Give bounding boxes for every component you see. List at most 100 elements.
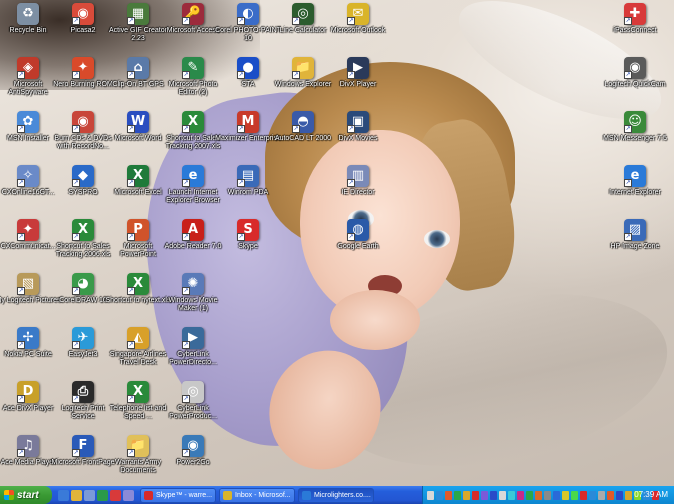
shortcut-arrow-icon: ↗: [127, 233, 135, 241]
desktop-shortcut[interactable]: ◉ ↗ Power2Go: [160, 435, 226, 467]
quick-launch-icon[interactable]: [123, 489, 134, 501]
desktop[interactable]: ♻ Recycle Bin ◉ ↗ Picasa2 ▦ ↗ Active GIF Creato…: [0, 0, 674, 486]
taskbar-button[interactable]: Inbox - Microsof...: [219, 487, 295, 503]
quick-launch-bar: [58, 489, 134, 501]
tray-icon[interactable]: [427, 490, 434, 500]
shortcut-arrow-icon: ↗: [127, 17, 135, 25]
shortcut-arrow-icon: ↗: [237, 17, 245, 25]
desktop-shortcut-label: Google Earth: [337, 243, 379, 250]
tray-icon[interactable]: [445, 490, 452, 500]
shortcut-arrow-icon: ↗: [17, 449, 25, 457]
shortcut-arrow-icon: ↗: [127, 125, 135, 133]
tray-icon[interactable]: [508, 490, 515, 500]
tray-icon[interactable]: [535, 490, 542, 500]
tray-icon[interactable]: [436, 490, 443, 500]
wallpaper-child-arm: [252, 334, 398, 486]
shortcut-arrow-icon: ↗: [624, 179, 632, 187]
shortcut-arrow-icon: ↗: [72, 125, 80, 133]
shortcut-arrow-icon: ↗: [182, 125, 190, 133]
desktop-shortcut-label: MSN Messenger 7.5: [603, 135, 667, 142]
shortcut-arrow-icon: ↗: [127, 449, 135, 457]
tray-icon[interactable]: [544, 490, 551, 500]
tray-icon[interactable]: [526, 490, 533, 500]
quick-launch-icon[interactable]: [110, 489, 121, 501]
wallpaper-child-mouth: [368, 275, 402, 297]
desktop-shortcut[interactable]: ◍ ↗ Google Earth: [325, 219, 391, 251]
desktop-shortcut[interactable]: ☺ ↗ MSN Messenger 7.5: [602, 111, 668, 143]
quick-launch-icon[interactable]: [58, 489, 69, 501]
shortcut-arrow-icon: ↗: [182, 17, 190, 25]
shortcut-arrow-icon: ↗: [237, 233, 245, 241]
desktop-shortcut-label: Internet Explorer: [609, 189, 661, 196]
desktop-shortcut[interactable]: ◎ ↗ CyberLink PowerProduc...: [160, 381, 226, 421]
desktop-shortcut[interactable]: ▨ ↗ HP Image Zone: [602, 219, 668, 251]
tray-icon[interactable]: [463, 490, 470, 500]
shortcut-arrow-icon: ↗: [182, 179, 190, 187]
shortcut-arrow-icon: ↗: [347, 125, 355, 133]
taskbar: start Skype™ - warre... Inbox - Microsof.…: [0, 486, 674, 504]
taskbar-button-label: Inbox - Microsof...: [235, 491, 291, 499]
desktop-shortcut-label: Windows Movie Maker (1): [168, 297, 218, 312]
start-button[interactable]: start: [0, 486, 52, 504]
shortcut-arrow-icon: ↗: [17, 71, 25, 79]
taskbar-button[interactable]: Microlighters.co....: [298, 487, 374, 503]
tray-icon[interactable]: [472, 490, 479, 500]
desktop-shortcut[interactable]: ▥ ↗ IE Director: [325, 165, 391, 197]
tray-icon[interactable]: [598, 490, 605, 500]
tray-icon[interactable]: [625, 490, 632, 500]
desktop-shortcut[interactable]: ▣ ↗ DivX Movies: [325, 111, 391, 143]
desktop-shortcut[interactable]: ✚ ↗ iPassConnect: [602, 3, 668, 35]
tray-icon[interactable]: [490, 490, 497, 500]
quick-launch-icon[interactable]: [84, 489, 95, 501]
tray-icon[interactable]: [562, 490, 569, 500]
desktop-shortcut-label: Microsoft Outlook: [330, 27, 386, 34]
shortcut-arrow-icon: ↗: [182, 233, 190, 241]
wallpaper-child-eye: [424, 230, 450, 248]
desktop-shortcut-label: IE Director: [341, 189, 375, 196]
windows-logo-icon: [4, 490, 14, 500]
shortcut-arrow-icon: ↗: [72, 17, 80, 25]
shortcut-arrow-icon: ↗: [182, 287, 190, 295]
taskbar-button-label: Microlighters.co....: [314, 491, 371, 499]
tray-icon[interactable]: [607, 490, 614, 500]
tray-icon[interactable]: [481, 490, 488, 500]
shortcut-arrow-icon: ↗: [127, 179, 135, 187]
desktop-shortcut[interactable]: ▤ ↗ Winrom PDA: [215, 165, 281, 197]
quick-launch-icon[interactable]: [71, 489, 82, 501]
desktop-shortcut[interactable]: e ↗ Internet Explorer: [602, 165, 668, 197]
desktop-shortcut-label: DivX Player: [339, 81, 377, 88]
start-label: start: [17, 489, 39, 501]
tray-icon[interactable]: [517, 490, 524, 500]
tray-icon[interactable]: [454, 490, 461, 500]
desktop-shortcut-label: Skype: [238, 243, 258, 250]
desktop-shortcut[interactable]: ▶ ↗ CyberLink PowerDirecto...: [160, 327, 226, 367]
tray-icon[interactable]: [553, 490, 560, 500]
tray-icon[interactable]: [589, 490, 596, 500]
quick-launch-icon[interactable]: [97, 489, 108, 501]
tray-icon[interactable]: [580, 490, 587, 500]
shortcut-arrow-icon: ↗: [72, 233, 80, 241]
tray-icon[interactable]: [499, 490, 506, 500]
desktop-shortcut[interactable]: ✉ ↗ Microsoft Outlook: [325, 3, 391, 35]
clock[interactable]: 07:39 AM: [634, 486, 668, 504]
desktop-shortcut[interactable]: ◉ ↗ Logitech QuickCam: [602, 57, 668, 89]
shortcut-arrow-icon: ↗: [347, 71, 355, 79]
desktop-shortcut[interactable]: S ↗ Skype: [215, 219, 281, 251]
task-buttons: Skype™ - warre... Inbox - Microsof... Micr…: [140, 487, 374, 503]
shortcut-arrow-icon: ↗: [182, 341, 190, 349]
shortcut-arrow-icon: ↗: [292, 125, 300, 133]
taskbar-button[interactable]: Skype™ - warre...: [140, 487, 216, 503]
shortcut-arrow-icon: ↗: [17, 341, 25, 349]
task-app-icon: [144, 490, 153, 500]
desktop-shortcut[interactable]: ✺ ↗ Windows Movie Maker (1): [160, 273, 226, 313]
task-app-icon: [302, 490, 311, 500]
shortcut-arrow-icon: ↗: [347, 17, 355, 25]
shortcut-arrow-icon: ↗: [347, 233, 355, 241]
shortcut-arrow-icon: ↗: [237, 71, 245, 79]
desktop-shortcut[interactable]: ▶ ↗ DivX Player: [325, 57, 391, 89]
task-app-icon: [223, 490, 232, 500]
shortcut-arrow-icon: ↗: [624, 125, 632, 133]
tray-icon[interactable]: [571, 490, 578, 500]
shortcut-arrow-icon: ↗: [237, 179, 245, 187]
tray-icon[interactable]: [616, 490, 623, 500]
